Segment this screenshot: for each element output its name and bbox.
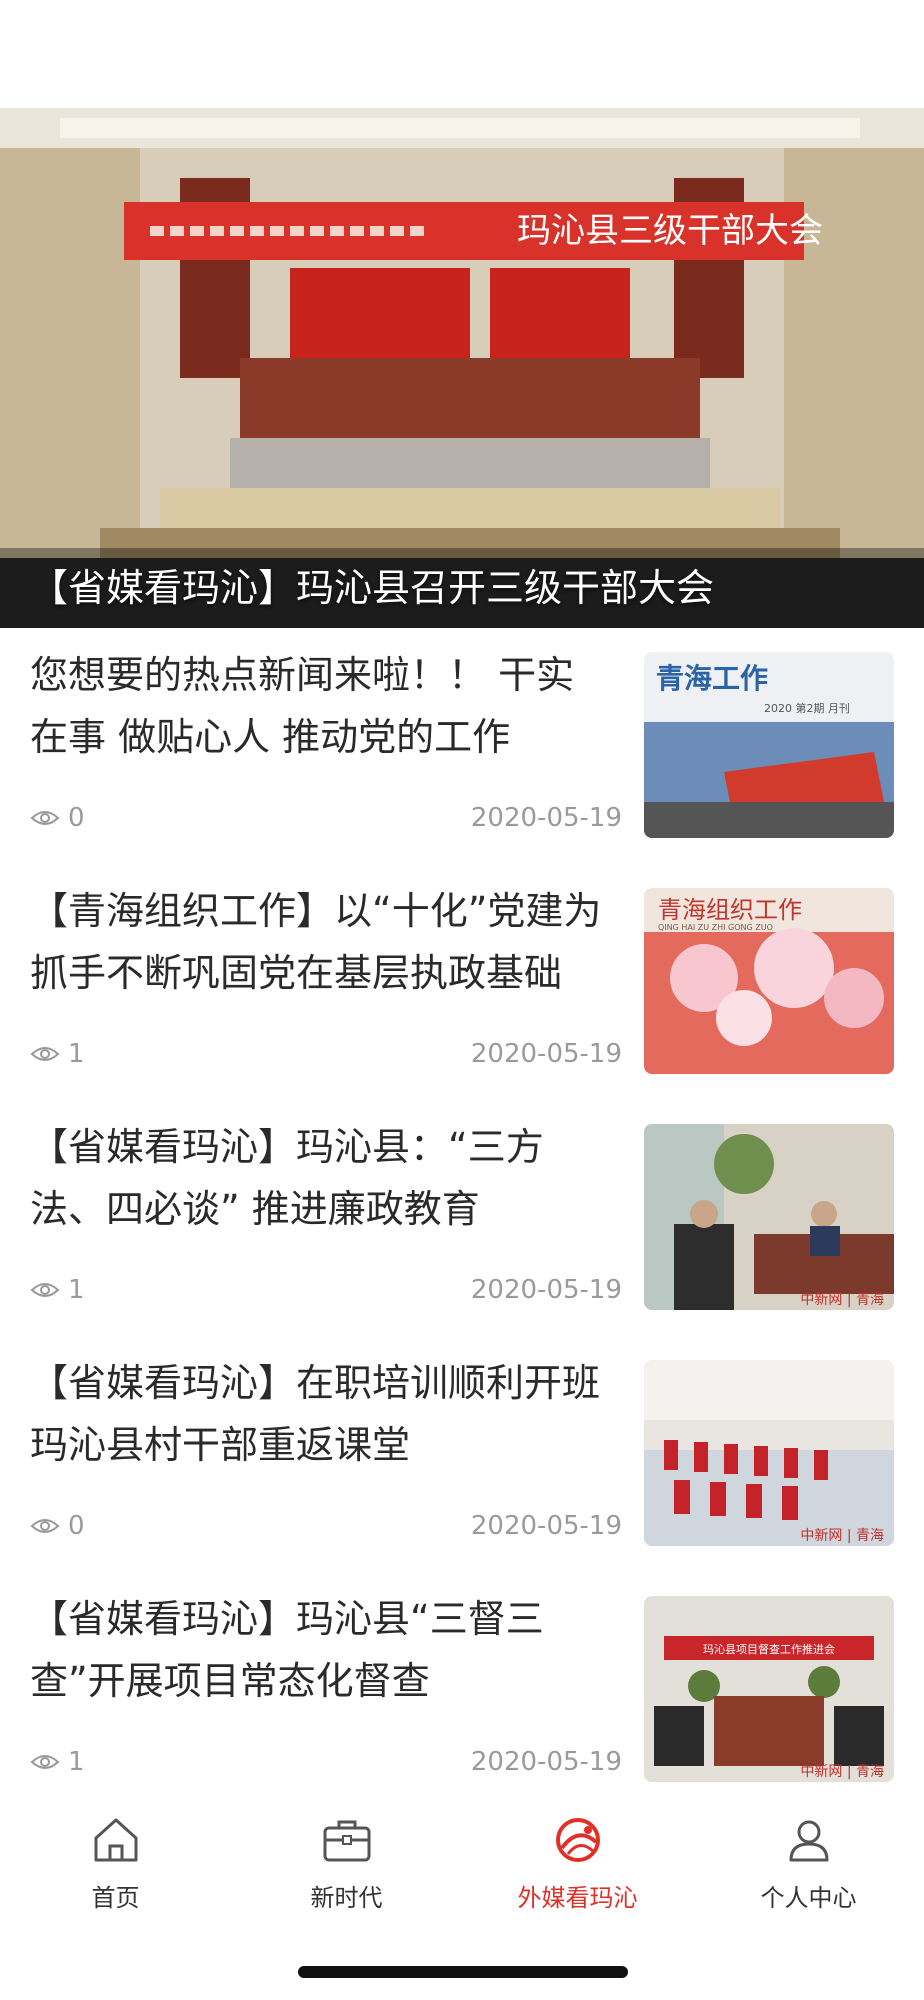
thumb-subtitle: 玛沁县项目督查工作推进会 [703,1642,835,1656]
tab-label: 新时代 [310,1884,383,1912]
eye-icon [30,1283,60,1297]
thumb-subtitle: QING HAI ZU ZHI GONG ZUO [658,923,773,932]
news-thumbnail[interactable]: 中新网 | 青海 [644,1360,894,1546]
eye-icon [30,1047,60,1061]
thumb-watermark: 中新网 | 青海 [800,1528,884,1544]
news-views: 1 [30,1034,85,1074]
banner-carousel[interactable]: 玛沁县三级干部大会 【省媒看玛沁】玛沁县召开三级干部大会 [0,108,924,628]
thumbnail-image: 青海组织工作 QING HAI ZU ZHI GONG ZUO [644,888,894,1074]
news-title[interactable]: 您想要的热点新闻来啦！！ 干实在事 做贴心人 推动党的工作 [30,644,610,768]
thumb-title: 青海组织工作 [658,896,802,924]
news-list: 您想要的热点新闻来啦！！ 干实在事 做贴心人 推动党的工作 0 2020-05-… [0,628,924,1808]
person-icon [789,1820,828,1862]
status-bar [0,0,924,108]
eye-icon [30,1519,60,1533]
home-indicator[interactable] [298,1966,628,1978]
news-date: 2020-05-19 [470,1511,622,1541]
news-item[interactable]: 【省媒看玛沁】玛沁县“三督三查”开展项目常态化督查 1 2020-05-19 玛… [0,1572,924,1808]
thumb-title: 青海工作 [656,662,768,695]
thumbnail-image: 中新网 | 青海 [644,1360,894,1546]
news-thumbnail[interactable]: 玛沁县项目督查工作推进会 中新网 | 青海 [644,1596,894,1782]
thumbnail-image: 玛沁县项目督查工作推进会 中新网 | 青海 [644,1596,894,1782]
thumbnail-image: 青海工作 2020 第2期 月刊 [644,652,894,838]
news-views: 0 [30,798,85,838]
tab-foreign-media[interactable]: 外媒看玛沁 [462,1790,693,1920]
news-title[interactable]: 【青海组织工作】以“十化”党建为抓手不断巩固党在基层执政基础 [30,880,610,1004]
news-title[interactable]: 【省媒看玛沁】在职培训顺利开班 玛沁县村干部重返课堂 [30,1352,610,1476]
view-count: 0 [68,803,85,833]
news-item[interactable]: 【省媒看玛沁】玛沁县：“三方法、四必谈” 推进廉政教育 1 2020-05-19… [0,1100,924,1336]
news-thumbnail[interactable]: 中新网 | 青海 [644,1124,894,1310]
view-count: 0 [68,1511,85,1541]
tab-label: 外媒看玛沁 [517,1884,638,1912]
news-date: 2020-05-19 [470,1039,622,1069]
thumb-watermark: 中新网 | 青海 [800,1292,884,1308]
view-count: 1 [68,1275,85,1305]
tab-label: 个人中心 [760,1884,857,1912]
news-date: 2020-05-19 [470,803,622,833]
news-thumbnail[interactable]: 青海工作 2020 第2期 月刊 [644,652,894,838]
eye-icon [30,811,60,825]
news-logo-icon [555,1818,600,1862]
eye-icon [30,1755,60,1769]
thumbnail-image: 中新网 | 青海 [644,1124,894,1310]
bottom-tab-bar: 首页 新时代 外媒看玛沁 个人中心 [0,1790,924,1920]
thumb-watermark: 中新网 | 青海 [800,1764,884,1780]
tab-profile[interactable]: 个人中心 [693,1790,924,1920]
view-count: 1 [68,1039,85,1069]
news-views: 0 [30,1506,85,1546]
news-views: 1 [30,1270,85,1310]
banner-caption[interactable]: 【省媒看玛沁】玛沁县召开三级干部大会 [30,548,750,628]
news-title[interactable]: 【省媒看玛沁】玛沁县：“三方法、四必谈” 推进廉政教育 [30,1116,610,1240]
news-item[interactable]: 您想要的热点新闻来啦！！ 干实在事 做贴心人 推动党的工作 0 2020-05-… [0,628,924,864]
briefcase-icon [323,1820,370,1862]
news-views: 1 [30,1742,85,1782]
news-item[interactable]: 【青海组织工作】以“十化”党建为抓手不断巩固党在基层执政基础 1 2020-05… [0,864,924,1100]
news-title[interactable]: 【省媒看玛沁】玛沁县“三督三查”开展项目常态化督查 [30,1588,610,1712]
tab-label: 首页 [91,1884,140,1912]
news-thumbnail[interactable]: 青海组织工作 QING HAI ZU ZHI GONG ZUO [644,888,894,1074]
thumb-subtitle: 2020 第2期 月刊 [764,701,850,715]
news-date: 2020-05-19 [470,1275,622,1305]
news-item[interactable]: 【省媒看玛沁】在职培训顺利开班 玛沁县村干部重返课堂 0 2020-05-19 … [0,1336,924,1572]
view-count: 1 [68,1747,85,1777]
banner-sign-text: 玛沁县三级干部大会 [517,211,823,251]
home-icon [94,1818,137,1862]
tab-home[interactable]: 首页 [0,1790,231,1920]
tab-new-era[interactable]: 新时代 [231,1790,462,1920]
news-date: 2020-05-19 [470,1747,622,1777]
